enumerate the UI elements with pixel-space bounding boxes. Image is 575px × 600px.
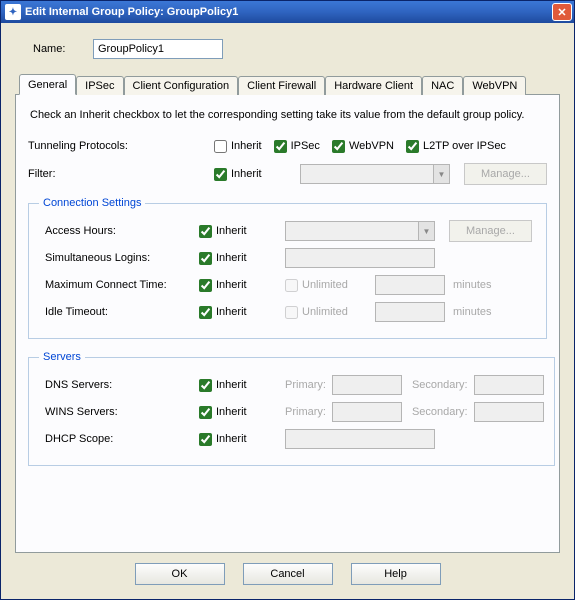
access-hours-inherit-checkbox[interactable]: Inherit	[199, 225, 247, 238]
tab-hardware-client[interactable]: Hardware Client	[325, 76, 422, 95]
name-label: Name:	[33, 43, 93, 55]
window-title: Edit Internal Group Policy: GroupPolicy1	[25, 6, 552, 18]
access-hours-select: ▼	[285, 221, 435, 241]
dns-inherit-checkbox[interactable]: Inherit	[199, 379, 247, 392]
tab-panel-general: Check an Inherit checkbox to let the cor…	[15, 94, 560, 553]
idle-timeout-unit: minutes	[453, 306, 492, 318]
chevron-down-icon: ▼	[418, 222, 434, 240]
name-row: Name:	[33, 39, 560, 59]
dhcp-scope-label: DHCP Scope:	[39, 433, 199, 445]
dns-primary-label: Primary:	[285, 379, 326, 391]
dns-secondary-label: Secondary:	[412, 379, 468, 391]
max-connect-inherit-checkbox[interactable]: Inherit	[199, 279, 247, 292]
tunneling-l2tp-checkbox[interactable]: L2TP over IPSec	[406, 140, 506, 153]
fieldset-servers: Servers DNS Servers: Inherit Primary: Se…	[28, 351, 555, 466]
dns-servers-label: DNS Servers:	[39, 379, 199, 391]
dhcp-scope-input	[285, 429, 435, 449]
fieldset-connection-settings: Connection Settings Access Hours: Inheri…	[28, 197, 547, 339]
row-access-hours: Access Hours: Inherit ▼ Manage...	[39, 220, 536, 242]
idle-timeout-label: Idle Timeout:	[39, 306, 199, 318]
wins-servers-label: WINS Servers:	[39, 406, 199, 418]
tab-client-firewall[interactable]: Client Firewall	[238, 76, 325, 95]
row-simultaneous-logins: Simultaneous Logins: Inherit	[39, 247, 536, 269]
max-connect-unit: minutes	[453, 279, 492, 291]
simul-logins-inherit-checkbox[interactable]: Inherit	[199, 252, 247, 265]
dns-secondary-input	[474, 375, 544, 395]
name-input[interactable]	[93, 39, 223, 59]
row-wins-servers: WINS Servers: Inherit Primary: Secondary…	[39, 401, 544, 423]
dns-primary-input	[332, 375, 402, 395]
ok-button[interactable]: OK	[135, 563, 225, 585]
filter-manage-button: Manage...	[464, 163, 547, 185]
info-text: Check an Inherit checkbox to let the cor…	[30, 109, 545, 121]
row-idle-timeout: Idle Timeout: Inherit Unlimited minutes	[39, 301, 536, 323]
access-hours-label: Access Hours:	[39, 225, 199, 237]
row-tunneling-protocols: Tunneling Protocols: Inherit IPSec WebVP…	[28, 135, 547, 157]
wins-primary-label: Primary:	[285, 406, 326, 418]
chevron-down-icon: ▼	[433, 165, 449, 183]
wins-secondary-label: Secondary:	[412, 406, 468, 418]
row-dns-servers: DNS Servers: Inherit Primary: Secondary:	[39, 374, 544, 396]
tab-webvpn[interactable]: WebVPN	[463, 76, 526, 95]
close-icon: ✕	[557, 6, 566, 19]
tab-client-configuration[interactable]: Client Configuration	[124, 76, 239, 95]
tunneling-inherit-checkbox[interactable]: Inherit	[214, 140, 262, 153]
tunneling-ipsec-checkbox[interactable]: IPSec	[274, 140, 320, 153]
filter-select: ▼	[300, 164, 450, 184]
cancel-button[interactable]: Cancel	[243, 563, 333, 585]
filter-inherit-checkbox[interactable]: Inherit	[214, 168, 262, 181]
max-connect-unlimited-checkbox: Unlimited	[285, 279, 375, 292]
simultaneous-logins-label: Simultaneous Logins:	[39, 252, 199, 264]
row-max-connect-time: Maximum Connect Time: Inherit Unlimited …	[39, 274, 536, 296]
servers-legend: Servers	[39, 351, 85, 363]
row-filter: Filter: Inherit ▼ Manage...	[28, 163, 547, 185]
titlebar: ✦ Edit Internal Group Policy: GroupPolic…	[1, 1, 574, 23]
filter-label: Filter:	[28, 168, 214, 180]
max-connect-label: Maximum Connect Time:	[39, 279, 199, 291]
dhcp-inherit-checkbox[interactable]: Inherit	[199, 433, 247, 446]
help-button[interactable]: Help	[351, 563, 441, 585]
footer-buttons: OK Cancel Help	[15, 553, 560, 591]
tunneling-label: Tunneling Protocols:	[28, 140, 214, 152]
tabstrip: General IPSec Client Configuration Clien…	[19, 74, 560, 95]
idle-timeout-inherit-checkbox[interactable]: Inherit	[199, 306, 247, 319]
content-area: Name: General IPSec Client Configuration…	[1, 23, 574, 599]
max-connect-input	[375, 275, 445, 295]
row-dhcp-scope: DHCP Scope: Inherit	[39, 428, 544, 450]
access-hours-manage-button: Manage...	[449, 220, 532, 242]
connection-settings-legend: Connection Settings	[39, 197, 145, 209]
wins-inherit-checkbox[interactable]: Inherit	[199, 406, 247, 419]
simul-logins-input	[285, 248, 435, 268]
tab-nac[interactable]: NAC	[422, 76, 463, 95]
app-icon: ✦	[5, 4, 21, 20]
tab-general[interactable]: General	[19, 74, 76, 95]
wins-primary-input	[332, 402, 402, 422]
idle-timeout-input	[375, 302, 445, 322]
wins-secondary-input	[474, 402, 544, 422]
idle-timeout-unlimited-checkbox: Unlimited	[285, 306, 375, 319]
dialog-window: ✦ Edit Internal Group Policy: GroupPolic…	[0, 0, 575, 600]
tunneling-webvpn-checkbox[interactable]: WebVPN	[332, 140, 394, 153]
close-button[interactable]: ✕	[552, 3, 572, 21]
tab-ipsec[interactable]: IPSec	[76, 76, 123, 95]
